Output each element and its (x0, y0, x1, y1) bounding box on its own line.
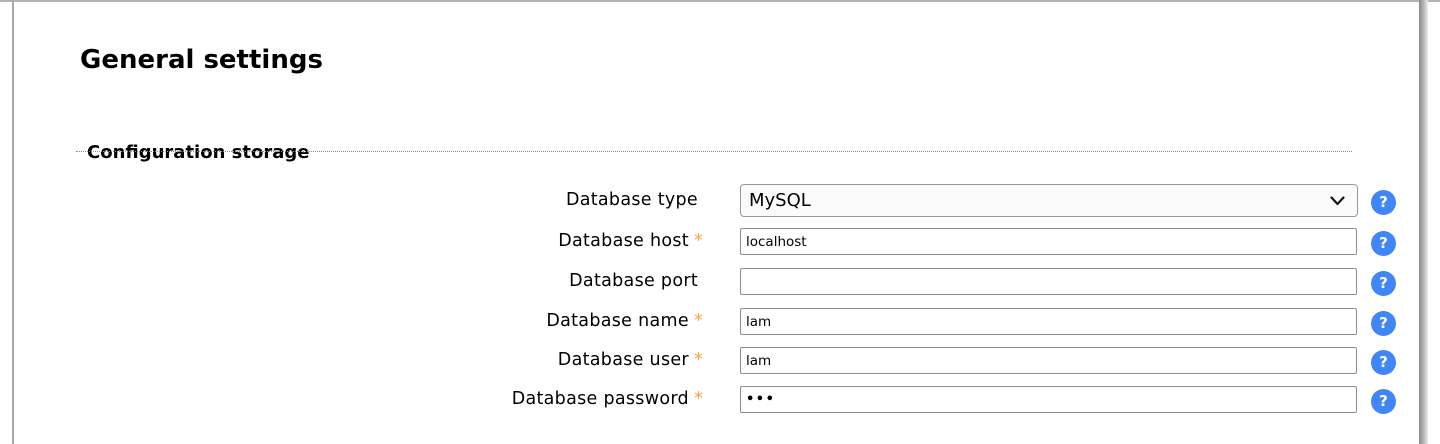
required-marker: * (694, 389, 703, 409)
panel-left-border (12, 0, 14, 444)
required-marker: * (694, 231, 703, 251)
database-user-label: Database user* (80, 350, 703, 370)
database-password-label-text: Database password (512, 389, 689, 409)
database-type-label: Database type (80, 190, 703, 210)
database-name-input[interactable] (740, 308, 1357, 335)
help-icon-database-host[interactable]: ? (1371, 231, 1396, 256)
database-user-label-text: Database user (558, 350, 689, 370)
help-icon-database-type[interactable]: ? (1371, 190, 1396, 215)
database-port-label-text: Database port (569, 271, 698, 291)
database-host-label: Database host* (80, 231, 703, 251)
database-host-input[interactable] (740, 228, 1357, 255)
help-icon-database-port[interactable]: ? (1371, 271, 1396, 296)
database-password-input[interactable] (740, 386, 1357, 413)
database-password-label: Database password* (80, 389, 703, 409)
database-host-label-text: Database host (558, 231, 689, 251)
database-type-label-text: Database type (566, 190, 698, 210)
section-divider (76, 151, 1352, 152)
panel-top-border (0, 0, 1440, 2)
database-name-label-text: Database name (546, 311, 689, 331)
database-name-label: Database name* (80, 311, 703, 331)
required-marker: * (694, 311, 703, 331)
database-user-input[interactable] (740, 347, 1357, 374)
section-heading-configuration-storage: Configuration storage (87, 142, 309, 164)
chevron-down-icon (1330, 196, 1345, 206)
database-port-label: Database port (80, 271, 703, 291)
help-icon-database-name[interactable]: ? (1371, 311, 1396, 336)
vertical-scrollbar[interactable] (1419, 0, 1428, 444)
database-type-select[interactable]: MySQL (740, 184, 1358, 217)
database-type-selected-option: MySQL (749, 185, 1330, 216)
required-marker: * (694, 350, 703, 370)
help-icon-database-user[interactable]: ? (1371, 350, 1396, 375)
page-title: General settings (80, 44, 323, 76)
help-icon-database-password[interactable]: ? (1371, 389, 1396, 414)
database-port-input[interactable] (740, 268, 1357, 295)
